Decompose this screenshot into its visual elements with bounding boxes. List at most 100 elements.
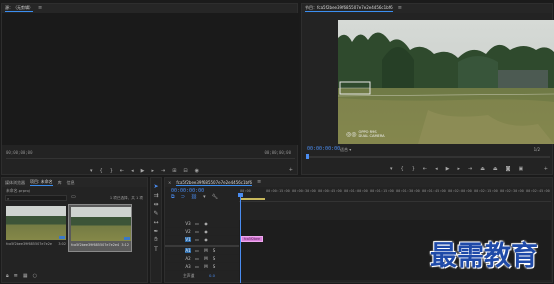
step-forward-frame-icon[interactable]: ▸ [151, 169, 154, 174]
mute-icon[interactable]: M [203, 256, 209, 261]
work-area-bar[interactable] [241, 198, 265, 200]
project-clip-item[interactable]: fca5f2bee39f685507e7e2e4456c1b... 3:12 [68, 204, 132, 252]
tab-media-browser[interactable]: 媒体浏览器 [5, 180, 25, 186]
new-bin-icon[interactable]: ▭ [71, 195, 76, 200]
track-label[interactable]: V3 [185, 221, 191, 226]
program-timecode[interactable]: 00:00:00:00 [307, 146, 340, 152]
track-target-toggle[interactable] [174, 248, 180, 253]
step-back-icon[interactable]: ⇤ [120, 169, 124, 174]
track-label[interactable]: V1 [185, 237, 191, 242]
mute-icon[interactable]: M [203, 264, 209, 269]
clip-thumbnail[interactable] [71, 207, 131, 241]
step-forward-frame-icon[interactable]: ▸ [457, 167, 460, 172]
step-back-frame-icon[interactable]: ◂ [131, 169, 134, 174]
icon-view-icon[interactable]: ▦ [23, 274, 28, 279]
go-to-out-icon[interactable]: ⇥ [468, 167, 472, 172]
clip-thumbnail[interactable] [6, 206, 66, 240]
lock-icon[interactable]: ▭ [194, 229, 200, 234]
track-label[interactable]: A1 [185, 248, 191, 253]
tab-library[interactable]: 库 [58, 180, 62, 186]
tab-program[interactable]: 节目：fca5f2bee39f685507e7e2e4456c1bf6 [305, 5, 393, 12]
go-to-out-icon[interactable]: ⇥ [161, 169, 165, 174]
solo-icon[interactable]: S [211, 264, 217, 269]
nest-icon[interactable]: ⧉ [171, 195, 175, 200]
project-clip-item[interactable]: fca5f2bee39f685507e7e2e4456c1b... 3:02 [6, 206, 66, 250]
track-label[interactable]: V2 [185, 229, 191, 234]
extract-icon[interactable]: ⏏ [493, 167, 498, 172]
program-fit-select[interactable]: 适合 ▾ [340, 147, 351, 153]
program-add-button[interactable]: + [544, 167, 548, 172]
slip-tool-icon[interactable]: ↔ [152, 218, 160, 226]
track-target-toggle[interactable] [174, 237, 180, 242]
playhead-marker[interactable] [306, 154, 309, 159]
camera-icon[interactable]: ◙ [506, 167, 511, 172]
lock-icon[interactable]: 🔒︎ [6, 274, 9, 279]
step-back-frame-icon[interactable]: ◂ [435, 167, 438, 172]
pen-tool-icon[interactable]: ✒ [152, 227, 160, 235]
mute-icon[interactable]: M [203, 248, 209, 253]
timeline-ruler[interactable]: 00:00 00:00:15:00 00:00:30:00 00:00:45:00 00… [239, 188, 551, 202]
track-target-toggle[interactable] [174, 264, 180, 269]
play-icon[interactable]: ▶ [141, 169, 145, 174]
solo-icon[interactable]: S [211, 248, 217, 253]
eye-icon[interactable]: ◉ [203, 237, 209, 242]
step-back-icon[interactable]: ⇤ [423, 167, 427, 172]
selection-tool-icon[interactable]: ➤ [152, 182, 160, 190]
mark-out-icon[interactable]: { [401, 167, 404, 172]
track-select-tool-icon[interactable]: ⇉ [152, 191, 160, 199]
tab-project[interactable]: 项目: 未命名 [30, 179, 53, 186]
linked-selection-icon[interactable]: ⛓︎ [191, 195, 197, 200]
mark-out-icon[interactable]: { [100, 169, 103, 174]
selection-info: 1 项已选择，共 1 项 [109, 196, 143, 200]
lock-icon[interactable]: ▭ [194, 237, 200, 242]
panel-menu-icon[interactable]: ≡ [257, 180, 261, 185]
program-scrubber[interactable] [306, 154, 550, 159]
go-to-in-icon[interactable]: } [412, 167, 415, 172]
mark-in-icon[interactable]: ▾ [90, 169, 93, 174]
play-icon[interactable]: ▶ [446, 167, 450, 172]
master-value[interactable]: 0.0 [209, 273, 215, 278]
timeline-timecode[interactable]: 00:00:00:00 [171, 188, 204, 194]
add-marker-icon[interactable]: ▾ [203, 195, 206, 200]
track-target-toggle[interactable] [174, 221, 180, 226]
hand-tool-icon[interactable]: ✋︎ [152, 236, 160, 244]
export-frame-icon[interactable]: ◉ [195, 169, 199, 174]
tab-sequence[interactable]: fca5f2bee39f685507e7e2e4456c1bf6 [176, 180, 253, 186]
program-zoom-select[interactable]: 1/2 [534, 147, 540, 152]
insert-icon[interactable]: ⊞ [172, 169, 176, 174]
source-scrubber[interactable] [6, 158, 295, 159]
lock-icon[interactable]: ▭ [194, 256, 200, 261]
playhead-line[interactable] [240, 195, 241, 283]
panel-menu-icon[interactable]: ≡ [38, 6, 42, 11]
lock-icon[interactable]: ▭ [194, 248, 200, 253]
ripple-edit-tool-icon[interactable]: ⇹ [152, 200, 160, 208]
track-label[interactable]: A2 [185, 256, 191, 261]
settings-wrench-icon[interactable]: 🔧︎ [212, 195, 218, 200]
track-target-toggle[interactable] [174, 229, 180, 234]
audio-clip[interactable]: fca5f2bee [241, 236, 263, 242]
type-tool-icon[interactable]: T [152, 245, 160, 253]
zoom-slider-icon[interactable]: ○ [33, 274, 37, 279]
eye-icon[interactable]: ◉ [203, 221, 209, 226]
project-search[interactable]: ⌕ [5, 195, 67, 201]
list-view-icon[interactable]: ≣ [14, 274, 18, 279]
lock-icon[interactable]: ▭ [194, 264, 200, 269]
mark-in-icon[interactable]: ▾ [390, 167, 393, 172]
panel-menu-icon[interactable]: ≡ [398, 6, 402, 11]
snap-icon[interactable]: ⊃ [181, 195, 185, 200]
source-add-button[interactable]: + [289, 168, 293, 173]
tab-source[interactable]: 源：（无剪辑） [5, 5, 33, 12]
track-target-toggle[interactable] [174, 256, 180, 261]
go-to-in-icon[interactable]: } [110, 169, 113, 174]
track-label[interactable]: A3 [185, 264, 191, 269]
lift-icon[interactable]: ⏏ [480, 167, 485, 172]
razor-tool-icon[interactable]: ✎ [152, 209, 160, 217]
playhead-head[interactable] [238, 193, 243, 197]
tab-info[interactable]: 信息 [67, 180, 75, 186]
lock-icon[interactable]: ▭ [194, 221, 200, 226]
overwrite-icon[interactable]: ⊟ [183, 169, 187, 174]
solo-icon[interactable]: S [211, 256, 217, 261]
eye-icon[interactable]: ◉ [203, 229, 209, 234]
close-icon[interactable]: × [168, 180, 171, 185]
compare-icon[interactable]: ▣ [519, 167, 524, 172]
